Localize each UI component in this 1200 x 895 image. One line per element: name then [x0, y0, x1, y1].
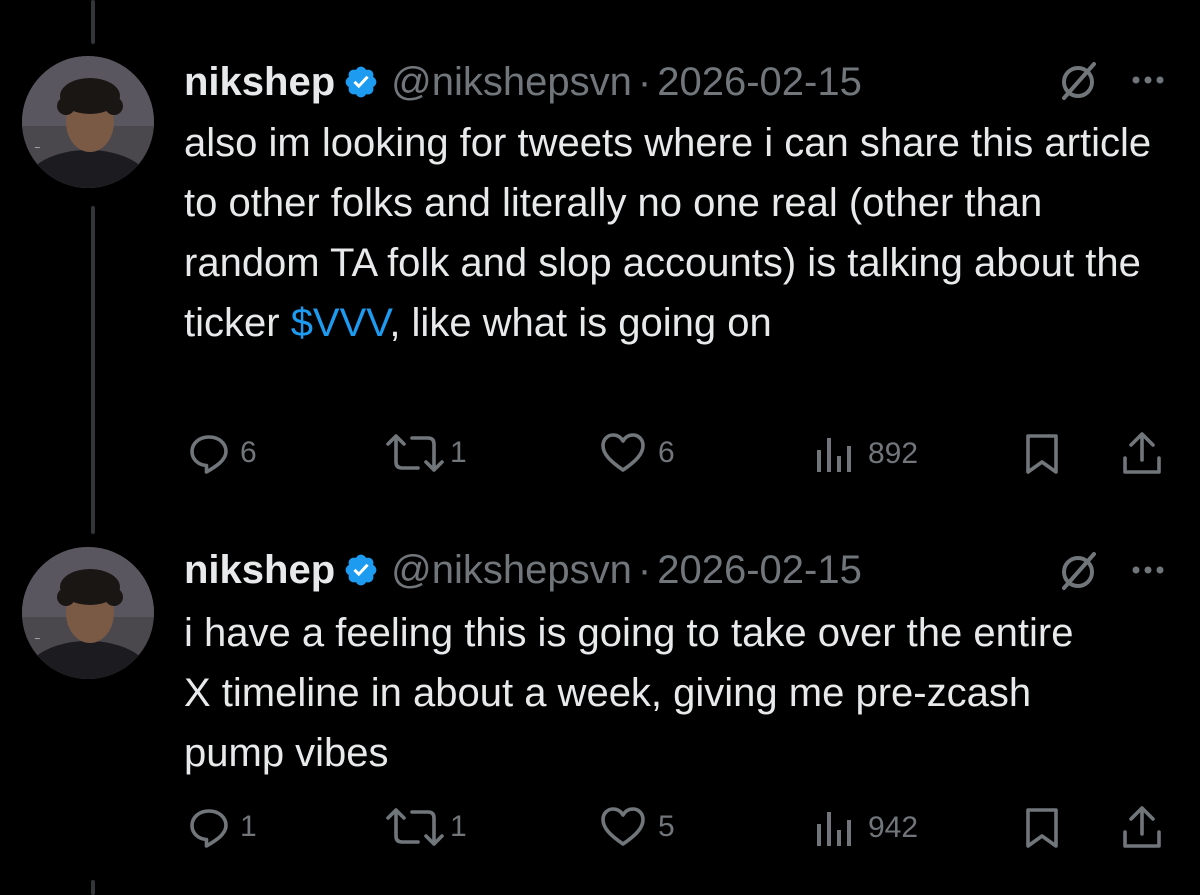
author-name[interactable]: nikshep	[184, 548, 335, 593]
more-options-icon[interactable]	[1124, 546, 1172, 594]
verified-badge-icon[interactable]	[343, 552, 379, 588]
tweet-date[interactable]: 2026-02-15	[657, 548, 862, 593]
separator-dot: ·	[637, 547, 652, 592]
like-button[interactable]: 5	[600, 806, 675, 848]
views-button[interactable]: 942	[812, 808, 918, 848]
reply-icon	[190, 809, 228, 848]
heart-icon	[601, 807, 645, 846]
repost-icon	[386, 808, 444, 846]
avatar-image: ~	[22, 547, 154, 679]
repost-button[interactable]: 1	[384, 806, 467, 848]
avatar[interactable]: ~	[22, 547, 154, 679]
grok-icon[interactable]	[1054, 546, 1102, 594]
svg-text:~: ~	[34, 634, 41, 643]
repost-count: 1	[450, 810, 467, 843]
reply-button[interactable]: 1	[188, 806, 257, 848]
like-count: 5	[658, 810, 675, 843]
views-icon	[817, 812, 851, 846]
tweet-2[interactable]: ~ nikshep @nikshepsvn · 2026-02-15 i hav…	[0, 0, 1200, 895]
bookmark-icon	[1026, 808, 1058, 848]
reply-count: 1	[240, 810, 257, 843]
tweet-text: i have a feeling this is going to take o…	[184, 611, 1074, 775]
share-button[interactable]	[1120, 804, 1164, 850]
share-icon	[1123, 806, 1161, 848]
tweet-header: nikshep @nikshepsvn · 2026-02-15	[184, 542, 862, 598]
action-bar: 1 1 5 942	[0, 802, 1200, 852]
author-handle[interactable]: @nikshepsvn	[391, 548, 632, 593]
bookmark-button[interactable]	[1022, 806, 1062, 850]
view-count: 942	[868, 811, 919, 844]
